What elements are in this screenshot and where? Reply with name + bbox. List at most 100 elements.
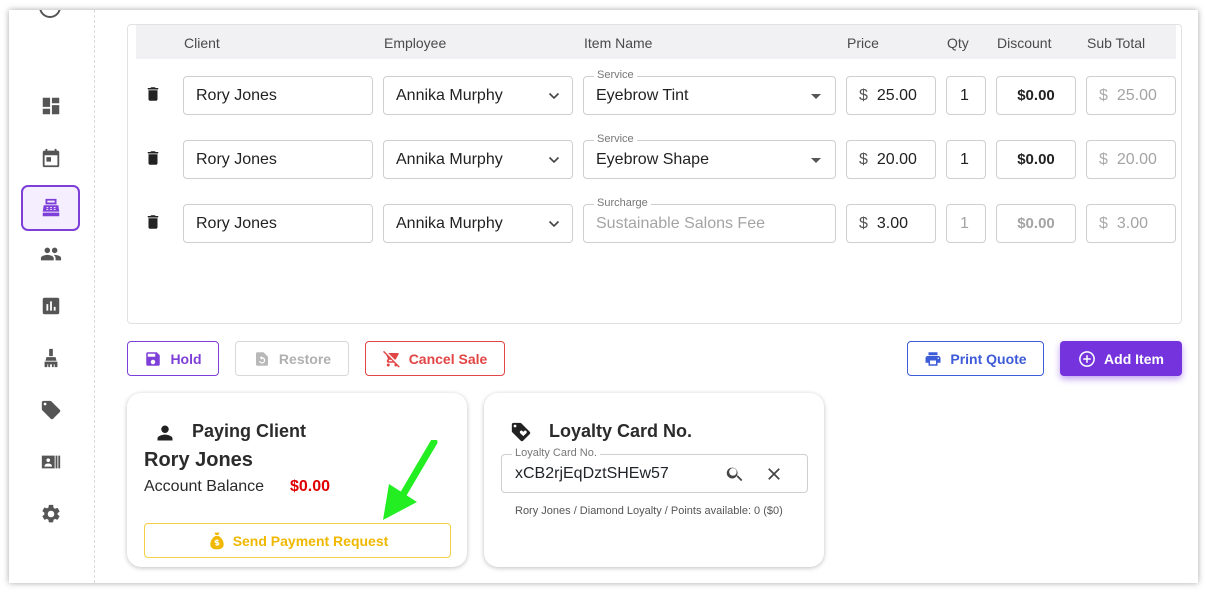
heart-tag-icon — [511, 422, 531, 442]
sidebar — [9, 10, 95, 583]
sidebar-item-calendar[interactable] — [21, 135, 80, 181]
print-quote-button[interactable]: Print Quote — [907, 341, 1044, 376]
header-sub-total: Sub Total — [1087, 35, 1146, 51]
loyalty-info: Rory Jones / Diamond Loyalty / Points av… — [515, 505, 783, 517]
annotation-arrow-icon — [383, 440, 438, 520]
currency-symbol: $ — [1099, 150, 1108, 168]
account-balance-label: Account Balance — [144, 478, 265, 495]
hold-label: Hold — [170, 350, 202, 367]
item-select[interactable]: Service Eyebrow Tint — [583, 68, 836, 115]
add-item-button[interactable]: Add Item — [1060, 341, 1182, 376]
client-input[interactable]: Rory Jones — [183, 204, 373, 243]
loyalty-field-label: Loyalty Card No. — [512, 446, 600, 460]
item-value: Eyebrow Shape — [596, 150, 709, 168]
discount-value: $0.00 — [1017, 87, 1055, 104]
sidebar-item-settings[interactable] — [21, 491, 80, 537]
dropdown-arrow-icon — [811, 94, 821, 99]
qty-input[interactable]: 1 — [946, 140, 986, 179]
reports-icon — [42, 297, 59, 315]
cart-off-icon — [382, 350, 400, 368]
chevron-down-icon — [548, 156, 560, 164]
price-input[interactable]: $25.00 — [846, 76, 936, 115]
currency-symbol: $ — [1099, 214, 1108, 232]
sidebar-item-contacts[interactable] — [21, 439, 80, 485]
chevron-down-icon — [548, 220, 560, 228]
qty-value: 1 — [960, 86, 969, 104]
cancel-sale-label: Cancel Sale — [408, 350, 488, 367]
client-value: Rory Jones — [196, 86, 277, 104]
restore-button[interactable]: Restore — [235, 341, 349, 376]
print-quote-label: Print Quote — [950, 350, 1027, 367]
sidebar-item-reports[interactable] — [21, 283, 80, 329]
employee-value: Annika Murphy — [396, 150, 503, 168]
table-header: Client Employee Item Name Price Qty Disc… — [136, 25, 1176, 59]
sub-total-value: 3.00 — [1116, 214, 1149, 232]
sub-total-field: $20.00 — [1086, 140, 1176, 179]
calendar-icon — [42, 148, 59, 168]
currency-symbol: $ — [859, 86, 868, 104]
close-icon[interactable] — [765, 465, 783, 483]
register-icon — [42, 198, 59, 217]
item-type-label: Surcharge — [594, 196, 651, 210]
employee-select[interactable]: Annika Murphy — [383, 76, 573, 115]
settings-icon — [41, 504, 60, 523]
sidebar-item-tags[interactable] — [21, 387, 80, 433]
employee-value: Annika Murphy — [396, 214, 503, 232]
dropdown-arrow-icon — [811, 158, 821, 163]
search-icon[interactable] — [725, 464, 745, 484]
price-value: 3.00 — [876, 214, 909, 232]
sidebar-item-dashboard[interactable] — [21, 83, 80, 129]
trash-icon[interactable] — [144, 211, 162, 233]
trash-icon[interactable] — [144, 147, 162, 169]
dashboard-icon — [42, 97, 59, 115]
header-item-name: Item Name — [584, 35, 653, 51]
discount-button[interactable]: $0.00 — [996, 76, 1076, 115]
currency-symbol: $ — [859, 214, 868, 232]
plus-circle-icon — [1079, 350, 1095, 367]
client-value: Rory Jones — [196, 214, 277, 232]
qty-value: 1 — [960, 150, 969, 168]
printer-icon — [925, 351, 941, 366]
currency-symbol: $ — [1099, 86, 1108, 104]
sidebar-item-products[interactable] — [21, 335, 80, 381]
price-input[interactable]: $20.00 — [846, 140, 936, 179]
header-qty: Qty — [947, 35, 969, 51]
item-select[interactable]: Service Eyebrow Shape — [583, 132, 836, 179]
sale-items-table: Client Employee Item Name Price Qty Disc… — [127, 24, 1182, 324]
client-input[interactable]: Rory Jones — [183, 76, 373, 115]
cancel-sale-button[interactable]: Cancel Sale — [365, 341, 505, 376]
hold-button[interactable]: Hold — [127, 341, 219, 376]
person-icon — [157, 425, 173, 441]
sub-total-value: 25.00 — [1116, 86, 1157, 104]
qty-input[interactable]: 1 — [946, 76, 986, 115]
loyalty-card-input[interactable]: Loyalty Card No. xCB2rjEqDztSHEw57 — [501, 446, 808, 493]
chevron-down-icon — [548, 92, 560, 100]
employee-select[interactable]: Annika Murphy — [383, 140, 573, 179]
employee-value: Annika Murphy — [396, 86, 503, 104]
account-balance-value: $0.00 — [290, 478, 331, 495]
tag-icon — [41, 400, 60, 420]
item-type-label: Service — [594, 132, 637, 146]
send-payment-request-label: Send Payment Request — [232, 532, 389, 549]
money-bag-icon — [210, 532, 224, 549]
header-price: Price — [847, 35, 879, 51]
employee-select[interactable]: Annika Murphy — [383, 204, 573, 243]
products-icon — [44, 348, 57, 368]
restore-icon — [255, 351, 268, 366]
sidebar-item-clients[interactable] — [21, 231, 80, 277]
paying-client-title: Paying Client — [192, 421, 307, 441]
discount-button[interactable]: $0.00 — [996, 140, 1076, 179]
price-value: 20.00 — [876, 150, 917, 168]
sidebar-item-register[interactable] — [21, 185, 80, 231]
client-input[interactable]: Rory Jones — [183, 140, 373, 179]
restore-label: Restore — [278, 350, 332, 367]
price-value: 25.00 — [876, 86, 917, 104]
app-window: Client Employee Item Name Price Qty Disc… — [9, 10, 1198, 583]
clients-icon — [40, 247, 61, 261]
avatar[interactable] — [39, 10, 61, 18]
loyalty-card-panel: Loyalty Card No. Loyalty Card No. xCB2rj… — [484, 393, 824, 567]
sub-total-value: 20.00 — [1116, 150, 1157, 168]
trash-icon[interactable] — [144, 83, 162, 105]
price-input[interactable]: $3.00 — [846, 204, 936, 243]
qty-input: 1 — [946, 204, 986, 243]
